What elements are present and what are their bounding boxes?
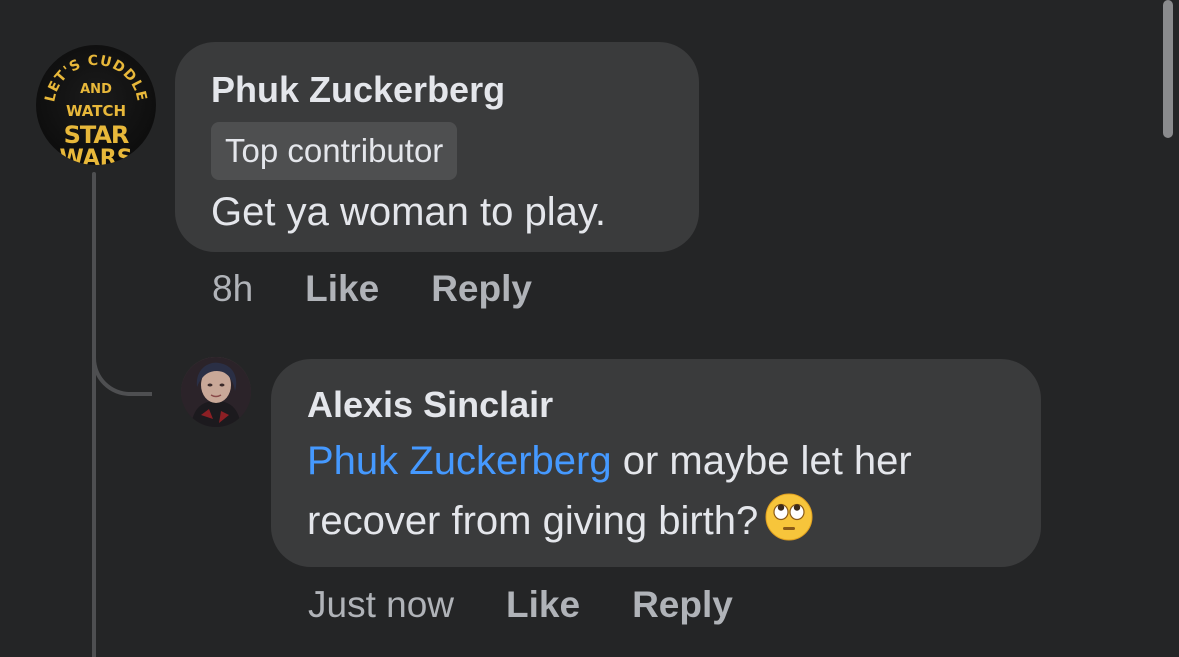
reply-button[interactable]: Reply bbox=[431, 268, 532, 310]
reply-reply-button[interactable]: Reply bbox=[632, 584, 733, 626]
reply-connector-curve bbox=[92, 300, 152, 396]
like-button[interactable]: Like bbox=[305, 268, 379, 310]
reply-bubble: Alexis Sinclair Phuk Zuckerberg or maybe… bbox=[271, 359, 1041, 567]
comment-thread: LET'S CUDDLE AND WATCH STAR WARS Phuk Zu… bbox=[0, 0, 1179, 657]
face-with-rolling-eyes-icon bbox=[764, 492, 814, 542]
reply-timestamp[interactable]: Just now bbox=[308, 584, 454, 626]
avatar-text-watch: WATCH bbox=[66, 102, 126, 120]
avatar-text-and: AND bbox=[80, 82, 112, 97]
scrollbar-thumb[interactable] bbox=[1163, 0, 1173, 138]
reply-text: Phuk Zuckerberg or maybe let her recover… bbox=[307, 431, 1005, 551]
top-contributor-badge[interactable]: Top contributor bbox=[211, 122, 458, 180]
thread-connector-line bbox=[92, 172, 96, 657]
reply-author-name[interactable]: Alexis Sinclair bbox=[307, 383, 1005, 427]
comment-timestamp[interactable]: 8h bbox=[212, 268, 253, 310]
comment-text: Get ya woman to play. bbox=[211, 190, 606, 234]
avatar-text-wars: WARS bbox=[59, 146, 132, 165]
mention-link[interactable]: Phuk Zuckerberg bbox=[307, 439, 612, 483]
avatar[interactable]: LET'S CUDDLE AND WATCH STAR WARS bbox=[36, 45, 156, 165]
star-wars-logo-avatar-image: LET'S CUDDLE AND WATCH STAR WARS bbox=[42, 53, 149, 165]
profile-photo-image bbox=[181, 357, 251, 427]
comment-bubble: Phuk Zuckerberg Top contributor Get ya w… bbox=[175, 42, 699, 252]
reply-like-button[interactable]: Like bbox=[506, 584, 580, 626]
reply-actions: Just now Like Reply bbox=[308, 584, 785, 626]
avatar-text-star: STAR bbox=[64, 121, 129, 149]
reply-avatar[interactable] bbox=[181, 357, 251, 427]
comment-actions: 8h Like Reply bbox=[212, 268, 584, 310]
comment-author-name[interactable]: Phuk Zuckerberg bbox=[211, 68, 663, 112]
